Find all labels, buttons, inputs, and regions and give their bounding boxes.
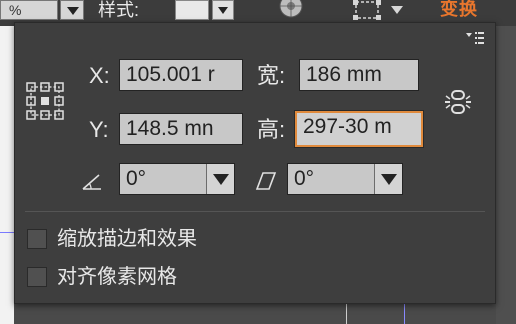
transform-dropdown-icon[interactable] <box>388 0 406 20</box>
document-canvas-edge <box>0 26 14 324</box>
document-canvas-right <box>496 26 516 324</box>
y-position-input[interactable]: 148.5 mn <box>119 113 243 145</box>
height-input[interactable]: 297-30 m <box>295 111 423 147</box>
opacity-dropdown-button[interactable] <box>60 0 84 20</box>
style-label: 样式: <box>98 0 140 20</box>
height-label: 高: <box>257 117 286 142</box>
width-label: 宽: <box>257 63 286 88</box>
style-swatch[interactable] <box>175 0 209 20</box>
shear-combo[interactable]: 0° <box>287 163 403 195</box>
reference-point-grid-icon[interactable] <box>25 81 65 121</box>
align-pixel-grid-checkbox[interactable] <box>27 267 47 287</box>
style-dropdown-button[interactable] <box>212 0 234 20</box>
align-pixel-grid-label: 对齐像素网格 <box>57 266 177 288</box>
transform-panel-link[interactable]: 变换 <box>440 0 478 18</box>
canvas-guide-line <box>0 232 14 233</box>
isolate-transform-icon[interactable] <box>352 0 386 22</box>
rotate-dropdown-button[interactable] <box>206 164 234 194</box>
shear-dropdown-button[interactable] <box>374 164 402 194</box>
scale-strokes-checkbox[interactable] <box>27 229 47 249</box>
x-position-input[interactable]: 105.001 r <box>119 59 243 91</box>
link-proportions-icon[interactable] <box>443 87 473 117</box>
x-label: X: <box>89 63 110 88</box>
panel-menu-icon[interactable] <box>465 31 485 45</box>
scale-strokes-label: 缩放描边和效果 <box>57 228 197 250</box>
angle-icon <box>82 174 101 190</box>
shear-value: 0° <box>294 167 315 190</box>
y-label: Y: <box>89 117 109 142</box>
panel-divider <box>25 211 485 212</box>
rotate-combo[interactable]: 0° <box>119 163 235 195</box>
transform-panel: X: 105.001 r 宽: 186 mm Y: 148.5 mn 高: 29… <box>14 22 496 304</box>
opacity-field[interactable]: % <box>0 0 58 20</box>
recolor-artwork-icon[interactable] <box>278 0 304 18</box>
rotate-value: 0° <box>126 167 147 190</box>
shear-icon <box>255 172 277 190</box>
width-input[interactable]: 186 mm <box>299 59 419 91</box>
